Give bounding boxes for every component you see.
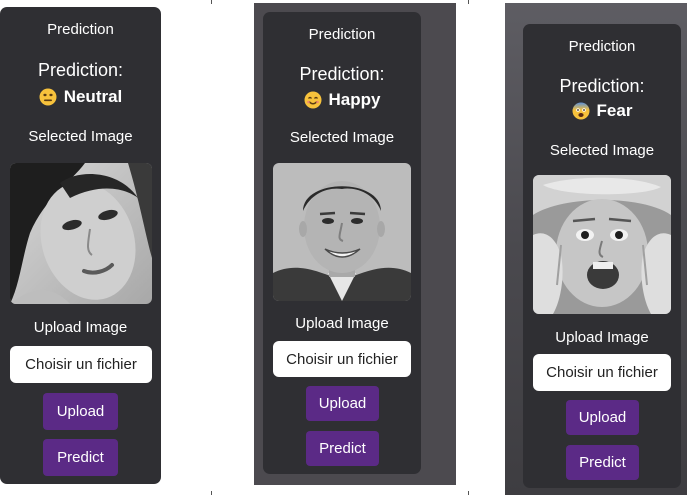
smiling-face-icon <box>304 91 322 109</box>
prediction-value: Fear <box>596 101 633 120</box>
upload-image-label: Upload Image <box>555 329 649 346</box>
selected-image-label: Selected Image <box>549 142 655 159</box>
upload-image-label: Upload Image <box>33 319 128 336</box>
prediction-label: Prediction: <box>37 60 124 80</box>
selected-image-label: Selected Image <box>28 128 133 145</box>
selected-face-image <box>533 175 671 314</box>
selected-face-image <box>10 163 152 304</box>
crop-mark <box>211 0 212 4</box>
crop-mark <box>468 0 469 4</box>
upload-button[interactable]: Upload <box>43 393 118 430</box>
crop-mark <box>468 491 469 495</box>
prediction-value: Neutral <box>63 87 123 106</box>
selected-image-label: Selected Image <box>289 129 395 146</box>
prediction-result: Happy <box>263 90 421 110</box>
neutral-face-icon <box>39 88 57 106</box>
prediction-result: Fear <box>523 101 681 121</box>
prediction-card-neutral: Prediction Prediction: Neutral Selected … <box>0 7 161 484</box>
selected-face-image <box>273 163 411 301</box>
prediction-value: Happy <box>328 90 381 109</box>
predict-button[interactable]: Predict <box>306 431 379 466</box>
card-title: Prediction <box>308 26 376 43</box>
crop-mark <box>211 491 212 495</box>
predict-button[interactable]: Predict <box>566 445 639 480</box>
fearful-face-icon <box>572 102 590 120</box>
card-title: Prediction <box>47 21 114 38</box>
prediction-card-happy: Prediction Prediction: Happy Selected Im… <box>263 12 421 474</box>
prediction-label: Prediction: <box>559 76 645 96</box>
choose-file-button[interactable]: Choisir un fichier <box>10 346 152 383</box>
upload-button[interactable]: Upload <box>566 400 639 435</box>
prediction-label: Prediction: <box>299 64 385 84</box>
predict-button[interactable]: Predict <box>43 439 118 476</box>
upload-button[interactable]: Upload <box>306 386 379 421</box>
prediction-card-fear: Prediction Prediction: Fear Selected Ima… <box>523 24 681 488</box>
choose-file-button[interactable]: Choisir un fichier <box>533 354 671 391</box>
choose-file-button[interactable]: Choisir un fichier <box>273 341 411 377</box>
screenshot-collage: Prediction Prediction: Neutral Selected … <box>0 0 687 495</box>
card-title: Prediction <box>568 38 636 55</box>
prediction-result: Neutral <box>0 87 161 107</box>
upload-image-label: Upload Image <box>295 315 389 332</box>
